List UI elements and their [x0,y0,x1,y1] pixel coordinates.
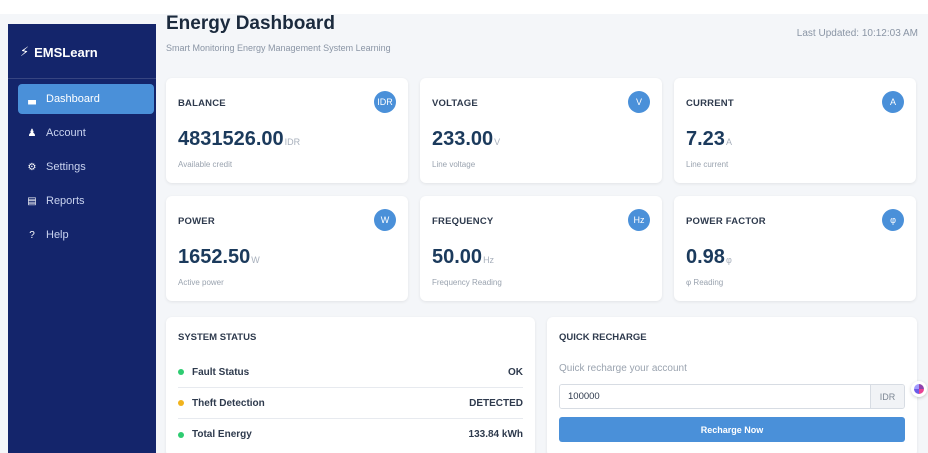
status-label: Fault Status [192,366,250,378]
metric-description: Available credit [178,160,233,169]
status-label: Theft Detection [192,397,265,409]
voltage-icon: V [628,91,650,113]
metric-label: POWER [178,216,215,227]
metric-value: 4831526.00IDR [178,128,300,151]
system-status-card: SYSTEM STATUS Fault Status OK Theft Dete… [166,317,535,453]
frequency-card: FREQUENCY Hz 50.00Hz Frequency Reading [420,196,662,301]
page-title: Energy Dashboard [166,13,335,34]
metric-unit: V [494,137,501,147]
metric-unit: Hz [483,255,495,265]
bolt-icon: ⚡ [20,44,30,59]
metric-number: 50.00 [432,246,483,268]
recharge-input-group: IDR [559,384,905,409]
sidebar-item-account[interactable]: ♟ Account [18,118,154,148]
report-icon: ▤ [27,195,37,207]
status-label: Total Energy [192,429,252,440]
status-row-fault: Fault Status OK [178,357,523,388]
status-value: DETECTED [469,397,523,409]
metric-label: CURRENT [686,98,734,109]
voltage-card: VOLTAGE V 233.00V Line voltage [420,78,662,183]
sidebar-item-label: Settings [46,161,86,173]
chart-bar-icon: ▃ [28,93,36,105]
section-title: SYSTEM STATUS [178,332,257,343]
metric-number: 7.23 [686,128,725,150]
recharge-now-button[interactable]: Recharge Now [559,417,905,442]
gear-icon: ⚙ [27,161,37,173]
sidebar-nav: ▃ Dashboard ♟ Account ⚙ Settings ▤ Repor… [18,84,154,254]
currency-suffix: IDR [870,385,904,408]
assistant-icon[interactable] [911,381,927,397]
recharge-subtitle: Quick recharge your account [559,363,687,374]
status-value: OK [508,366,523,378]
metric-label: VOLTAGE [432,98,478,109]
metric-description: φ Reading [686,278,724,287]
metric-unit: W [251,255,260,265]
balance-card: BALANCE IDR 4831526.00IDR Available cred… [166,78,408,183]
power-icon: W [374,209,396,231]
metric-value: 233.00V [432,128,500,151]
metric-description: Frequency Reading [432,278,502,287]
page-subtitle: Smart Monitoring Energy Management Syste… [166,43,391,53]
metric-value: 7.23A [686,128,732,151]
sidebar-item-label: Reports [46,195,85,207]
sidebar-item-label: Dashboard [46,93,100,105]
metric-number: 0.98 [686,246,725,268]
phi-icon: φ [882,209,904,231]
user-icon: ♟ [27,127,37,139]
metric-unit: φ [725,255,732,265]
metric-label: BALANCE [178,98,226,109]
status-label-group: Fault Status [178,367,249,378]
metric-unit: A [725,137,732,147]
sidebar-item-reports[interactable]: ▤ Reports [18,186,154,216]
question-icon: ? [29,229,35,241]
brand-name: EMSLearn [34,44,98,60]
section-title: QUICK RECHARGE [559,332,647,343]
metric-label: FREQUENCY [432,216,494,227]
power-factor-card: POWER FACTOR φ 0.98φ φ Reading [674,196,916,301]
current-icon: A [882,91,904,113]
brand-logo[interactable]: ⚡ EMSLearn [20,44,98,60]
metric-number: 233.00 [432,128,494,150]
sidebar-item-help[interactable]: ? Help [18,220,154,250]
metric-value: 1652.50W [178,246,260,269]
status-row-energy: Total Energy 133.84 kWh [178,419,523,450]
current-card: CURRENT A 7.23A Line current [674,78,916,183]
metric-label: POWER FACTOR [686,216,766,227]
power-card: POWER W 1652.50W Active power [166,196,408,301]
frequency-icon: Hz [628,209,650,231]
metric-number: 1652.50 [178,246,251,268]
quick-recharge-card: QUICK RECHARGE Quick recharge your accou… [547,317,917,453]
status-dot-icon [178,400,184,406]
sidebar-divider [8,78,156,79]
metric-value: 0.98φ [686,246,732,269]
currency-icon: IDR [374,91,396,113]
status-value: 133.84 kWh [468,429,523,440]
sidebar-item-dashboard[interactable]: ▃ Dashboard [18,84,154,114]
metric-description: Line voltage [432,160,476,169]
last-updated-timestamp: Last Updated: 10:12:03 AM [796,28,918,39]
status-label-group: Theft Detection [178,398,265,409]
sidebar-item-settings[interactable]: ⚙ Settings [18,152,154,182]
metric-description: Line current [686,160,729,169]
status-label-group: Total Energy [178,429,252,440]
status-row-theft: Theft Detection DETECTED [178,388,523,419]
metric-value: 50.00Hz [432,246,494,269]
metric-number: 4831526.00 [178,128,284,150]
metric-unit: IDR [284,137,301,147]
top-strip [0,0,928,14]
recharge-amount-input[interactable] [560,385,870,408]
metric-description: Active power [178,278,224,287]
status-dot-icon [178,431,184,438]
assistant-icon-glyph [914,384,924,394]
status-list: Fault Status OK Theft Detection DETECTED… [178,357,523,450]
sidebar-item-label: Help [46,229,69,241]
sidebar-item-label: Account [46,127,86,139]
sidebar: ⚡ EMSLearn ▃ Dashboard ♟ Account ⚙ Setti… [8,24,156,453]
status-dot-icon [178,369,184,375]
